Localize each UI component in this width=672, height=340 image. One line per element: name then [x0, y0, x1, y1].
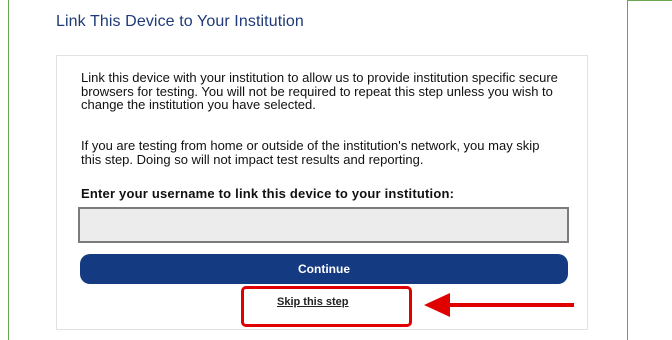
continue-button[interactable]: Continue [80, 254, 568, 284]
intro-paragraph: Link this device with your institution t… [81, 70, 558, 112]
dialog-title: Link This Device to Your Institution [56, 13, 304, 30]
username-input[interactable] [78, 207, 569, 243]
username-label: Enter your username to link this device … [81, 186, 455, 201]
right-panel-border [628, 0, 672, 340]
skip-step-link[interactable]: Skip this step [277, 296, 349, 308]
skip-info-paragraph: If you are testing from home or outside … [81, 138, 540, 167]
pointer-arrow-icon [424, 293, 574, 317]
